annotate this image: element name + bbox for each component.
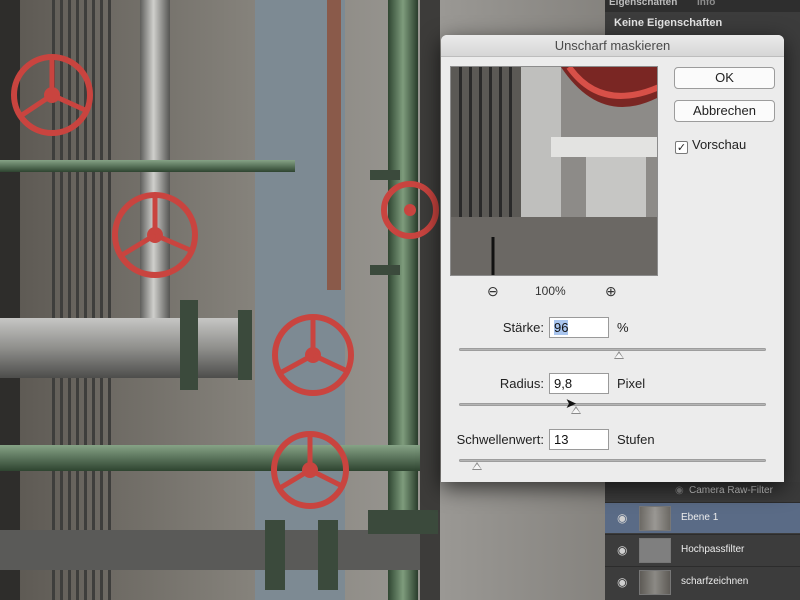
- ok-button[interactable]: OK: [674, 67, 775, 89]
- tab-eigenschaften[interactable]: Eigenschaften: [609, 0, 677, 8]
- zoom-in-icon[interactable]: ⊕: [605, 283, 617, 300]
- threshold-input[interactable]: 13: [549, 429, 609, 450]
- properties-empty-label: Keine Eigenschaften: [614, 17, 723, 29]
- threshold-slider-thumb[interactable]: [472, 462, 483, 470]
- threshold-value: 13: [554, 432, 569, 447]
- amount-slider-thumb[interactable]: [613, 351, 624, 359]
- unsharp-mask-dialog: Unscharf maskieren ⊖ 100% ⊕ OK Abbrechen…: [441, 35, 784, 482]
- threshold-unit: Stufen: [617, 432, 655, 447]
- cursor-arrow-icon: ➤: [565, 395, 577, 411]
- radius-label: Radius:: [499, 376, 544, 391]
- layer-row-ebene-1[interactable]: ◉ Ebene 1: [605, 502, 800, 533]
- radius-input[interactable]: 9,8: [549, 373, 609, 394]
- checkbox-checked-icon[interactable]: ✓: [675, 141, 688, 154]
- smart-filter-row[interactable]: ◉ Camera Raw-Filter: [605, 482, 800, 500]
- screen: Eigenschaften Info Keine Eigenschaften ◉…: [0, 0, 800, 600]
- zoom-level: 100%: [535, 284, 566, 298]
- layer-thumbnail: [639, 538, 671, 563]
- eye-icon[interactable]: ◉: [617, 543, 627, 557]
- preview-image: [451, 67, 657, 275]
- zoom-out-icon[interactable]: ⊖: [487, 283, 499, 300]
- cancel-button[interactable]: Abbrechen: [674, 100, 775, 122]
- preview-checkbox-label: Vorschau: [692, 137, 747, 152]
- dialog-title[interactable]: Unscharf maskieren: [441, 35, 784, 57]
- layer-thumbnail: [639, 506, 671, 531]
- zoom-controls: ⊖ 100% ⊕: [481, 283, 621, 299]
- radius-unit: Pixel: [617, 376, 646, 391]
- layer-name: scharfzeichnen: [681, 576, 749, 587]
- layer-thumbnail: [639, 570, 671, 595]
- eye-icon[interactable]: ◉: [617, 511, 627, 525]
- preview-checkbox[interactable]: ✓ Vorschau: [675, 137, 746, 154]
- amount-label: Stärke:: [502, 320, 544, 335]
- threshold-label: Schwellenwert:: [456, 432, 544, 447]
- amount-input[interactable]: 96: [549, 317, 609, 338]
- amount-slider-track[interactable]: [459, 348, 766, 351]
- layer-name: Hochpassfilter: [681, 544, 745, 555]
- threshold-slider-track[interactable]: [459, 459, 766, 462]
- radius-slider-track[interactable]: [459, 403, 766, 406]
- layer-row-scharfzeichnen[interactable]: ◉ scharfzeichnen: [605, 566, 800, 597]
- radius-value: 9,8: [554, 376, 573, 391]
- filter-preview[interactable]: [450, 66, 658, 276]
- amount-value: 96: [554, 320, 569, 335]
- tab-info[interactable]: Info: [697, 0, 715, 8]
- smart-filter-label: Camera Raw-Filter: [689, 485, 773, 496]
- amount-unit: %: [617, 320, 629, 335]
- eye-icon[interactable]: ◉: [675, 485, 684, 496]
- layer-name: Ebene 1: [681, 512, 719, 523]
- eye-icon[interactable]: ◉: [617, 575, 627, 589]
- panel-tab-bar: Eigenschaften Info: [605, 0, 800, 12]
- layer-row-hochpassfilter[interactable]: ◉ Hochpassfilter: [605, 534, 800, 565]
